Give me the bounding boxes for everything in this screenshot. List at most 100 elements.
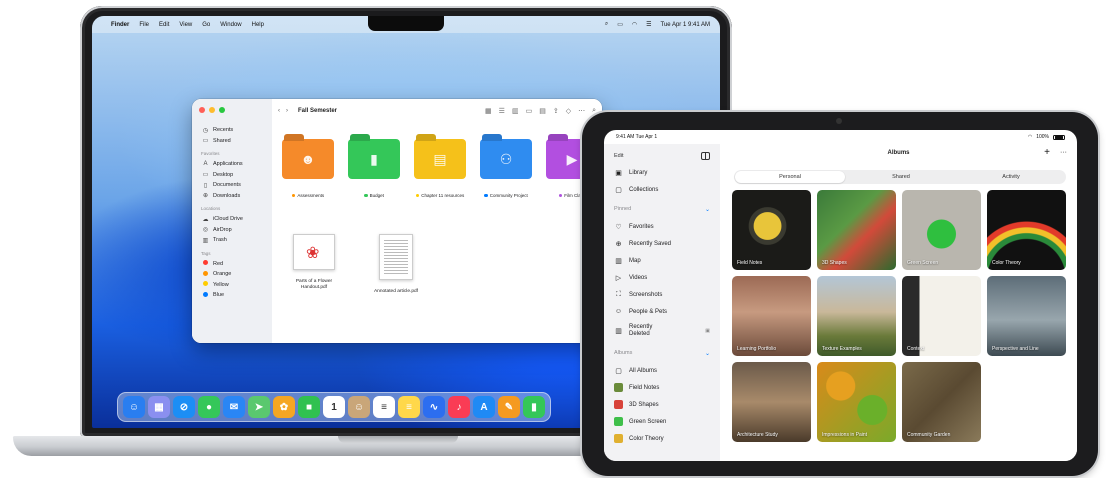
sidebar-section-pinned[interactable]: Pinned ⌄ — [614, 200, 710, 218]
sidebar-item-videos[interactable]: ▷ Videos — [614, 269, 710, 286]
search-icon[interactable]: ⌕ — [605, 21, 608, 28]
menu-finder[interactable]: Finder — [111, 22, 129, 28]
sidebar-item-recently-deleted[interactable]: ▥ Recently Deleted ▣ — [614, 320, 710, 342]
folder-item[interactable]: ⚇ Community Project — [480, 139, 532, 198]
album-tile[interactable]: Architecture Study — [732, 362, 811, 442]
close-button[interactable] — [199, 107, 205, 113]
album-tile[interactable]: Perspective and Line — [987, 276, 1066, 356]
sidebar-item-field-notes[interactable]: Field Notes — [614, 379, 710, 396]
more-icon[interactable]: ⋯ — [578, 107, 585, 115]
sidebar-item-favorites[interactable]: ♡ Favorites — [614, 218, 710, 235]
album-tile[interactable]: Field Notes — [732, 190, 811, 270]
edit-button[interactable]: Edit — [614, 153, 623, 159]
sidebar-toggle-icon[interactable] — [701, 152, 710, 160]
sidebar-item-3d-shapes[interactable]: 3D Shapes — [614, 396, 710, 413]
sidebar-item-downloads[interactable]: ⊕ Downloads — [199, 191, 265, 202]
album-name: Texture Examples — [822, 346, 862, 352]
sidebar-item-label: All Albums — [629, 367, 658, 374]
sidebar-item-color-theory[interactable]: Color Theory — [614, 430, 710, 447]
album-tile[interactable]: Texture Examples — [817, 276, 896, 356]
sidebar-item-collections[interactable]: ▢ Collections — [614, 181, 710, 198]
list-view-icon[interactable]: ☰ — [499, 107, 505, 115]
sidebar-tag-orange[interactable]: Orange — [199, 269, 265, 280]
launchpad-icon[interactable]: ▦ — [148, 396, 170, 418]
more-icon[interactable]: ··· — [1060, 147, 1067, 159]
pages-icon[interactable]: ✎ — [498, 396, 520, 418]
tab-shared[interactable]: Shared — [846, 170, 956, 184]
calendar-icon[interactable]: 1 — [323, 396, 345, 418]
mail-icon[interactable]: ✉ — [223, 396, 245, 418]
back-icon[interactable]: ‹ — [278, 108, 280, 114]
add-icon[interactable]: + — [1044, 147, 1050, 159]
column-view-icon[interactable]: ▥ — [512, 107, 519, 115]
sidebar-item-documents[interactable]: ▯ Documents — [199, 180, 265, 191]
icon-view-icon[interactable]: ▦ — [485, 107, 492, 115]
menubar-clock[interactable]: Tue Apr 1 9:41 AM — [661, 22, 710, 28]
messages-icon[interactable]: ● — [198, 396, 220, 418]
file-item[interactable]: ❀ Parts of a Flower Handout.pdf — [284, 234, 344, 295]
sidebar-tag-blue[interactable]: Blue — [199, 290, 265, 301]
sidebar-item-map[interactable]: ▥ Map — [614, 252, 710, 269]
gallery-view-icon[interactable]: ▭ — [526, 107, 533, 115]
album-tile[interactable]: Learning Portfolio — [732, 276, 811, 356]
sidebar-item-airdrop[interactable]: ◎ AirDrop — [199, 225, 265, 236]
menu-go[interactable]: Go — [202, 22, 210, 28]
menu-view[interactable]: View — [179, 22, 192, 28]
sidebar-section-albums[interactable]: Albums ⌄ — [614, 344, 710, 362]
reminders-icon[interactable]: ≡ — [373, 396, 395, 418]
album-tile[interactable]: Community Garden — [902, 362, 981, 442]
album-tile[interactable]: 3D Shapes — [817, 190, 896, 270]
tab-personal[interactable]: Personal — [735, 171, 845, 183]
sidebar-tag-yellow[interactable]: Yellow — [199, 280, 265, 291]
album-tile[interactable]: Color Theory — [987, 190, 1066, 270]
sidebar-item-trash[interactable]: ▥ Trash — [199, 235, 265, 246]
sidebar-item-applications[interactable]: A Applications — [199, 159, 265, 170]
sidebar-item-screenshots[interactable]: ⛶ Screenshots — [614, 286, 710, 303]
safari-icon[interactable]: ⊘ — [173, 396, 195, 418]
folder-icon: ▮ — [348, 139, 400, 179]
finder-icon[interactable]: ☺ — [123, 396, 145, 418]
sidebar-item-library[interactable]: ▣ Library — [614, 164, 710, 181]
numbers-icon[interactable]: ▮ — [523, 396, 545, 418]
share-icon[interactable]: ⇪ — [553, 107, 559, 115]
sidebar-item-recents[interactable]: ◷ Recents — [199, 125, 265, 136]
app-store-icon[interactable]: A — [473, 396, 495, 418]
tag-icon[interactable]: ◇ — [566, 107, 571, 115]
notes-icon[interactable]: ≡ — [398, 396, 420, 418]
album-tile[interactable]: Impressions in Paint — [817, 362, 896, 442]
menu-file[interactable]: File — [139, 22, 149, 28]
minimize-button[interactable] — [209, 107, 215, 113]
battery-icon[interactable]: ▭ — [617, 21, 623, 28]
forward-icon[interactable]: › — [286, 108, 288, 114]
sidebar-item-green-screen[interactable]: Green Screen — [614, 413, 710, 430]
album-tile[interactable]: Green Screen — [902, 190, 981, 270]
music-icon[interactable]: ♪ — [448, 396, 470, 418]
folder-item[interactable]: ☻ Assessments — [282, 139, 334, 198]
folder-item[interactable]: ▮ Budget — [348, 139, 400, 198]
menu-help[interactable]: Help — [252, 22, 264, 28]
sidebar-item-people-pets[interactable]: ☺ People & Pets — [614, 303, 710, 320]
menu-edit[interactable]: Edit — [159, 22, 169, 28]
album-tile[interactable]: Context — [902, 276, 981, 356]
chevron-down-icon[interactable]: ⌄ — [705, 206, 710, 213]
sidebar-item-recently-saved[interactable]: ⊕ Recently Saved — [614, 235, 710, 252]
zoom-button[interactable] — [219, 107, 225, 113]
chevron-down-icon[interactable]: ⌄ — [705, 350, 710, 357]
freeform-icon[interactable]: ∿ — [423, 396, 445, 418]
sidebar-item-shared[interactable]: ▭ Shared — [199, 136, 265, 147]
sidebar-tag-red[interactable]: Red — [199, 259, 265, 270]
file-item[interactable]: Annotated article.pdf — [366, 234, 426, 295]
photos-icon[interactable]: ✿ — [273, 396, 295, 418]
sidebar-item-desktop[interactable]: ▭ Desktop — [199, 170, 265, 181]
facetime-icon[interactable]: ■ — [298, 396, 320, 418]
menu-window[interactable]: Window — [220, 22, 241, 28]
maps-icon[interactable]: ➤ — [248, 396, 270, 418]
sidebar-item-icloud-drive[interactable]: ☁ iCloud Drive — [199, 214, 265, 225]
contacts-icon[interactable]: ☺ — [348, 396, 370, 418]
folder-item[interactable]: ▤ Chapter 11 resources — [414, 139, 466, 198]
wifi-icon[interactable]: ◠ — [632, 21, 637, 28]
sidebar-item-all-albums[interactable]: ▢ All Albums — [614, 362, 710, 379]
control-center-icon[interactable]: ☰ — [646, 21, 651, 28]
group-icon[interactable]: ▤ — [539, 107, 546, 115]
tab-activity[interactable]: Activity — [956, 170, 1066, 184]
